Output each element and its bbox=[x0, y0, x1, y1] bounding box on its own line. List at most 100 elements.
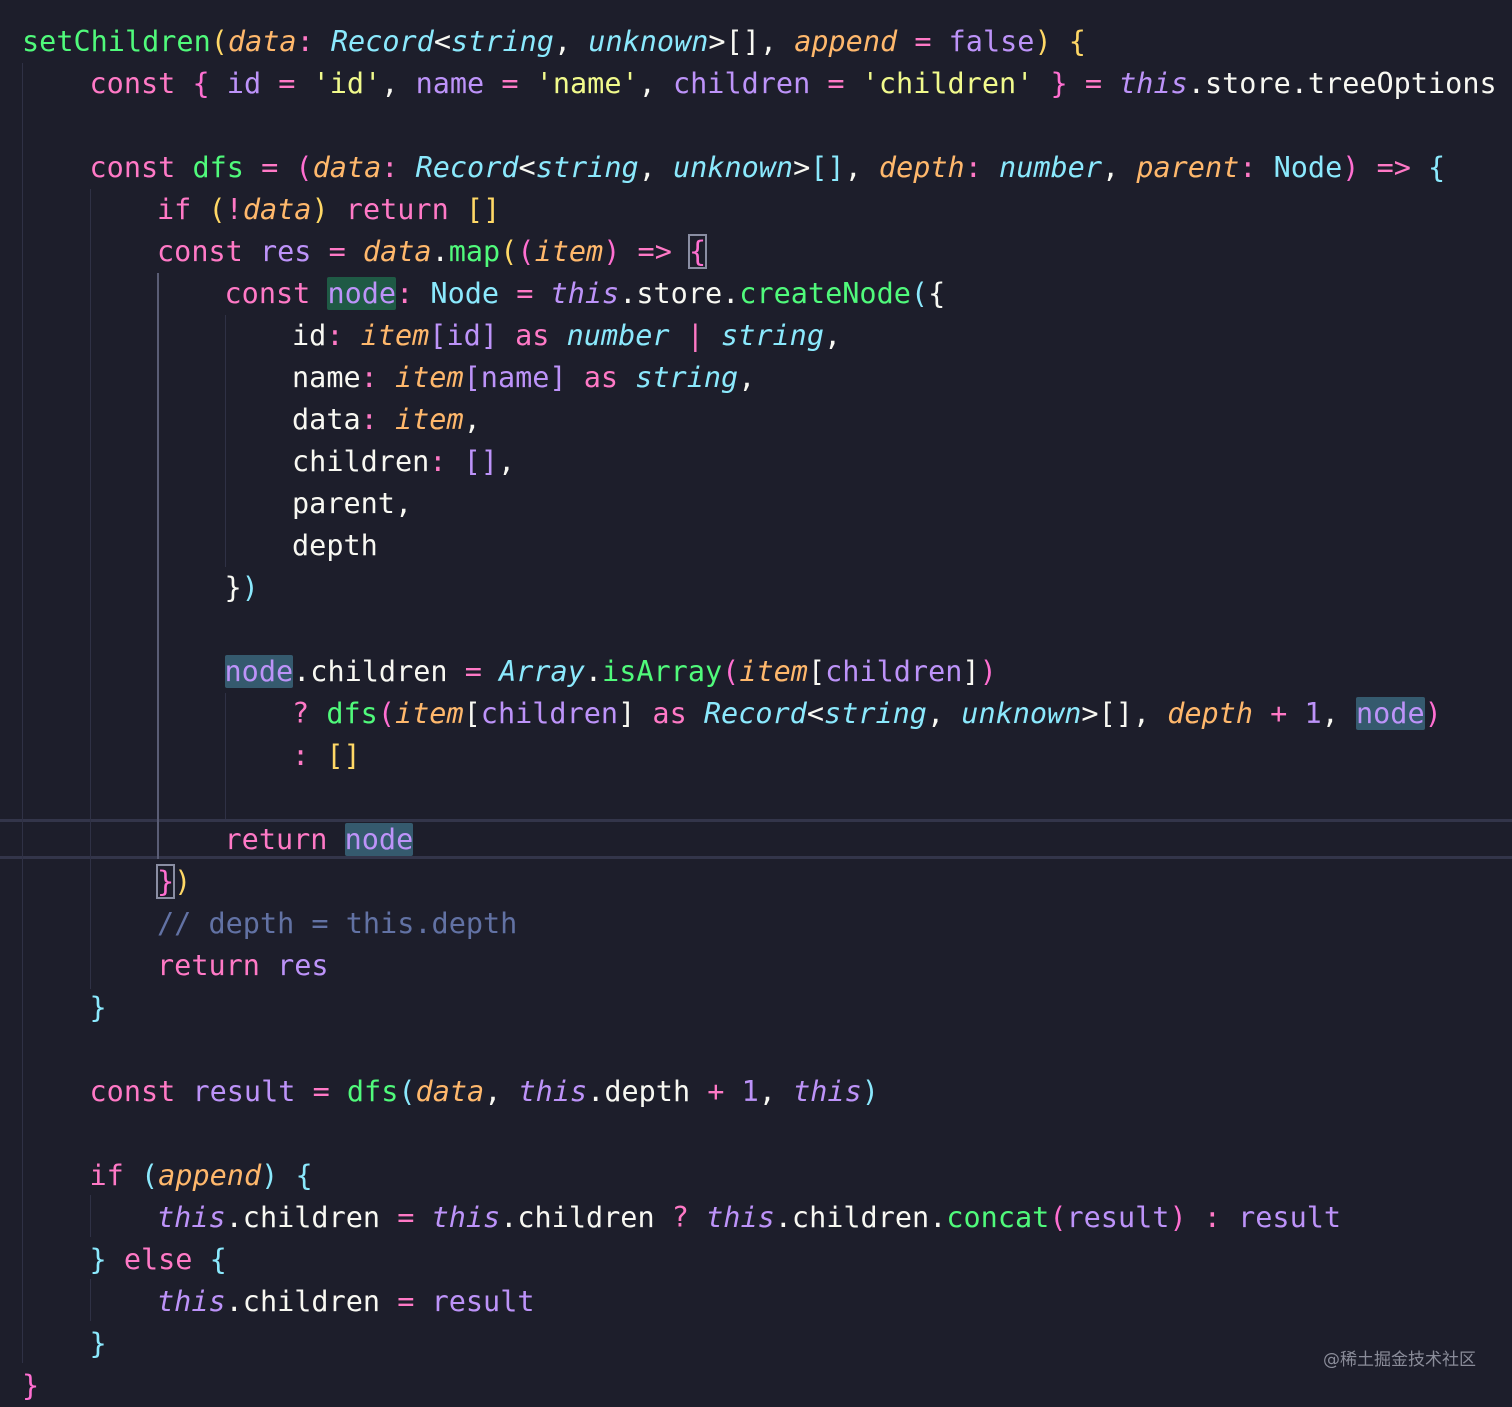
code-token: item bbox=[394, 361, 464, 394]
code-line[interactable]: children: [], bbox=[292, 441, 515, 483]
code-token: node bbox=[327, 277, 397, 310]
code-line[interactable]: : [] bbox=[292, 735, 361, 777]
indent-guide bbox=[90, 1279, 91, 1321]
code-token: name bbox=[480, 361, 550, 394]
code-line[interactable]: const dfs = (data: Record<string, unknow… bbox=[90, 147, 1446, 189]
code-token: : bbox=[360, 403, 395, 436]
code-token: ) bbox=[311, 193, 346, 226]
code-token: { bbox=[1428, 151, 1446, 184]
code-token: 1 bbox=[1304, 697, 1322, 730]
code-line[interactable]: } else { bbox=[90, 1239, 227, 1281]
code-token: ( bbox=[210, 25, 228, 58]
code-token: number bbox=[566, 319, 670, 352]
code-token: [ bbox=[463, 361, 481, 394]
code-token: { bbox=[928, 277, 946, 310]
code-token: .children bbox=[500, 1201, 655, 1234]
indent-guide-active bbox=[157, 273, 159, 859]
code-token: item bbox=[360, 319, 430, 352]
code-token: id bbox=[226, 67, 262, 100]
code-token: data bbox=[242, 193, 312, 226]
code-token: = bbox=[447, 655, 500, 688]
code-token: { bbox=[295, 1159, 313, 1192]
code-line[interactable]: depth bbox=[292, 525, 378, 567]
code-token: ( bbox=[377, 697, 395, 730]
code-line[interactable]: setChildren(data: Record<string, unknown… bbox=[22, 21, 1086, 63]
code-line[interactable]: }) bbox=[225, 567, 259, 609]
code-line[interactable]: } bbox=[90, 1323, 107, 1365]
code-line[interactable]: const node: Node = this.store.createNode… bbox=[225, 273, 946, 315]
code-token: >[], bbox=[708, 25, 795, 58]
code-token: append bbox=[794, 25, 898, 58]
code-token: 'id' bbox=[312, 67, 382, 100]
code-token: this bbox=[518, 1075, 588, 1108]
code-token: : bbox=[964, 151, 1000, 184]
code-line[interactable]: const { id = 'id', name = 'name', childr… bbox=[90, 63, 1497, 105]
code-line[interactable]: this.children = this.children ? this.chi… bbox=[157, 1197, 1341, 1239]
code-token: [] bbox=[465, 193, 501, 226]
code-line[interactable]: this.children = result bbox=[157, 1281, 535, 1323]
code-token: . bbox=[584, 655, 603, 688]
code-line[interactable]: const result = dfs(data, this.depth + 1,… bbox=[90, 1071, 879, 1113]
code-token: if bbox=[89, 1159, 141, 1192]
code-token: else bbox=[123, 1243, 210, 1276]
code-line[interactable]: parent, bbox=[292, 483, 412, 525]
code-token: data bbox=[415, 1075, 485, 1108]
code-token: , bbox=[638, 67, 673, 100]
code-token: } bbox=[1033, 67, 1085, 100]
code-token: ) bbox=[1034, 25, 1069, 58]
code-line[interactable]: }) bbox=[155, 861, 191, 903]
code-token: data bbox=[362, 235, 432, 268]
code-token: result bbox=[1066, 1201, 1170, 1234]
code-token: : bbox=[396, 277, 431, 310]
code-token: this bbox=[1119, 67, 1188, 100]
code-token: this bbox=[550, 277, 620, 310]
code-token: ) bbox=[1424, 697, 1442, 730]
code-token: ) bbox=[1169, 1201, 1187, 1234]
code-token: Record bbox=[330, 25, 434, 58]
code-token: setChildren bbox=[22, 25, 211, 58]
code-token: ) bbox=[261, 1159, 296, 1192]
code-token: depth bbox=[878, 151, 965, 184]
code-token: append bbox=[158, 1159, 262, 1192]
code-token: ( bbox=[140, 1159, 159, 1192]
code-line[interactable]: if (append) { bbox=[90, 1155, 313, 1197]
code-token: number bbox=[999, 151, 1102, 184]
code-line[interactable]: return node bbox=[225, 819, 414, 861]
code-token: Node bbox=[430, 277, 500, 310]
code-line[interactable]: } bbox=[90, 987, 107, 1029]
code-token: parent, bbox=[292, 487, 413, 520]
code-line[interactable]: if (!data) return [] bbox=[157, 189, 500, 231]
code-token: , bbox=[497, 445, 516, 478]
code-token: return bbox=[157, 949, 278, 982]
code-token: [] bbox=[463, 445, 498, 478]
code-line[interactable]: ? dfs(item[children] as Record<string, u… bbox=[292, 693, 1442, 735]
code-line[interactable]: return res bbox=[157, 945, 329, 987]
code-token: item bbox=[534, 235, 604, 268]
code-token: children bbox=[825, 655, 963, 688]
code-editor[interactable]: setChildren(data: Record<string, unknown… bbox=[0, 0, 1512, 1406]
code-token: ( bbox=[910, 277, 929, 310]
code-line[interactable]: name: item[name] as string, bbox=[292, 357, 755, 399]
code-token: concat bbox=[946, 1201, 1050, 1234]
code-token: : bbox=[326, 319, 361, 352]
code-token: item bbox=[394, 697, 464, 730]
indent-guide bbox=[225, 693, 226, 819]
code-line[interactable]: id: item[id] as number | string, bbox=[292, 315, 841, 357]
indent-guide bbox=[90, 1195, 91, 1237]
code-token: : bbox=[1239, 151, 1274, 184]
code-line[interactable]: data: item, bbox=[292, 399, 481, 441]
code-line[interactable]: } bbox=[22, 1365, 39, 1407]
code-token: Record bbox=[415, 151, 519, 184]
code-token: data bbox=[227, 25, 297, 58]
code-line[interactable]: const res = data.map((item) => { bbox=[157, 231, 708, 273]
code-token: [ bbox=[807, 655, 826, 688]
code-token: { bbox=[688, 234, 708, 269]
code-token: = bbox=[295, 1075, 347, 1108]
code-token: [ bbox=[463, 697, 481, 730]
code-token: [] bbox=[326, 739, 361, 772]
code-token: res bbox=[259, 235, 312, 268]
code-line[interactable]: node.children = Array.isArray(item[child… bbox=[224, 651, 997, 693]
code-token: [ bbox=[429, 319, 447, 352]
code-line[interactable]: // depth = this.depth bbox=[157, 903, 517, 945]
code-token: } bbox=[89, 1243, 124, 1276]
